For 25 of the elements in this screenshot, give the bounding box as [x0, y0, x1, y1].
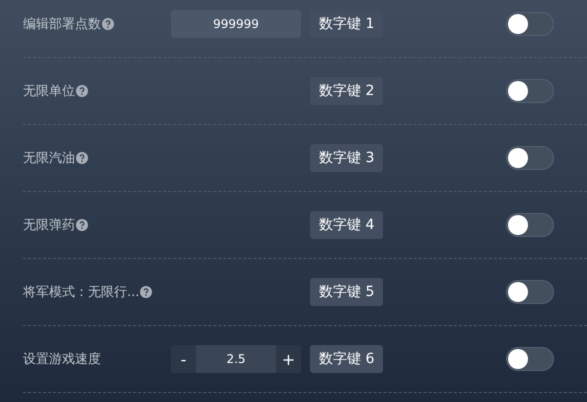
option-label: 设置游戏速度 — [23, 351, 101, 368]
option-label: 无限汽油 — [23, 150, 75, 167]
help-icon[interactable] — [102, 18, 114, 30]
help-icon[interactable] — [76, 219, 88, 231]
option-label: 将军模式：无限行... — [23, 284, 140, 301]
toggle-switch[interactable] — [506, 12, 554, 36]
value-field[interactable]: 999999 — [171, 10, 301, 38]
option-label: 无限单位 — [23, 83, 75, 100]
hotkey-button[interactable]: 数字键 5 — [310, 278, 384, 306]
help-icon[interactable] — [76, 152, 88, 164]
option-label: 无限弹药 — [23, 217, 75, 234]
hotkey-button[interactable]: 数字键 6 — [310, 345, 384, 373]
hotkey-button[interactable]: 数字键 2 — [310, 77, 384, 105]
speed-field[interactable]: 2.5 — [196, 345, 276, 373]
help-icon[interactable] — [76, 85, 88, 97]
option-label: 编辑部署点数 — [23, 16, 101, 33]
hotkey-button[interactable]: 数字键 1 — [310, 10, 384, 38]
toggle-switch[interactable] — [506, 146, 554, 170]
hotkey-button[interactable]: 数字键 4 — [310, 211, 384, 239]
toggle-switch[interactable] — [506, 79, 554, 103]
help-icon[interactable] — [140, 286, 152, 298]
toggle-switch[interactable] — [506, 347, 554, 371]
toggle-switch[interactable] — [506, 280, 554, 304]
hotkey-button[interactable]: 数字键 3 — [310, 144, 384, 172]
toggle-switch[interactable] — [506, 213, 554, 237]
